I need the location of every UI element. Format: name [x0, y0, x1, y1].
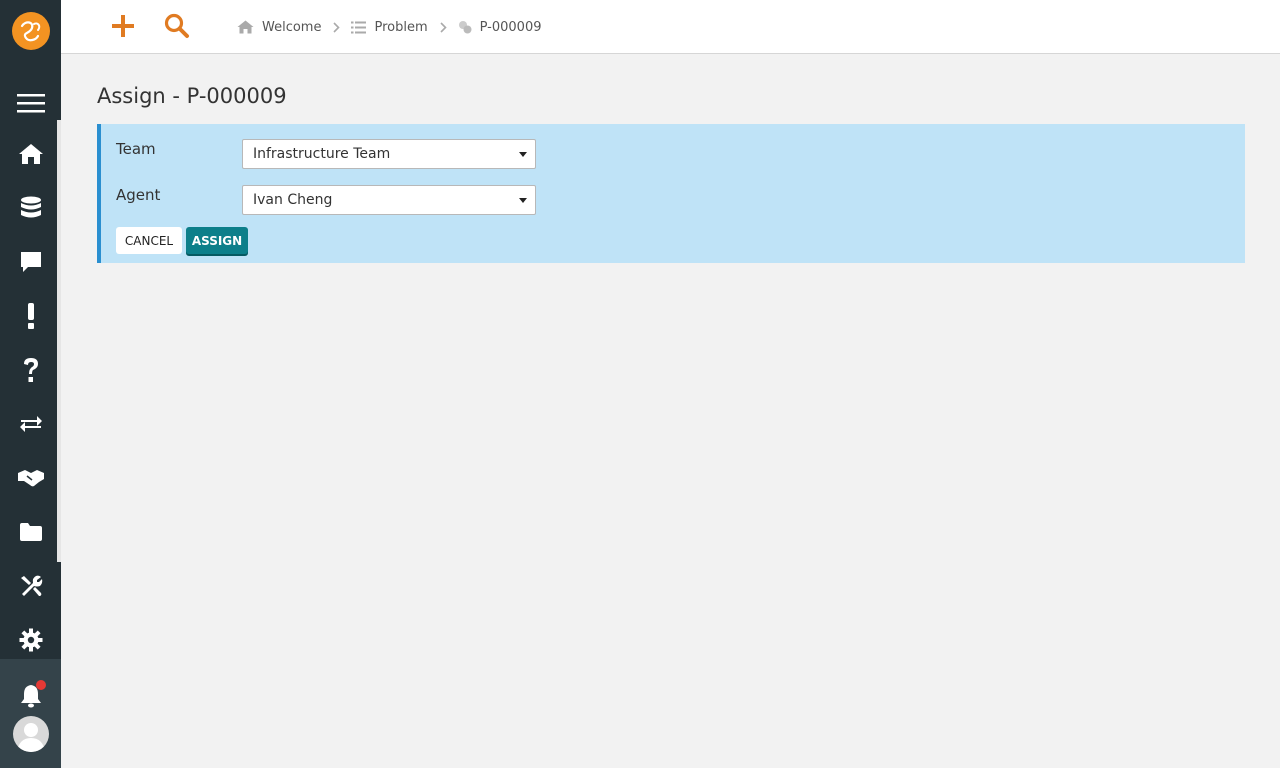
assign-form: Team Infrastructure Team Agent Ivan Chen… — [97, 124, 1245, 263]
agent-select-value: Ivan Cheng — [253, 192, 333, 208]
sidebar-item-documents[interactable] — [0, 512, 61, 552]
sidebar-item-tools[interactable] — [0, 566, 61, 606]
sidebar-item-menu[interactable] — [0, 83, 61, 123]
caret-down-icon — [519, 198, 527, 203]
avatar[interactable] — [13, 716, 49, 752]
user-icon — [17, 723, 45, 752]
breadcrumb-label: Problem — [374, 19, 428, 35]
breadcrumb-welcome[interactable]: Welcome — [237, 20, 321, 35]
notifications-button[interactable] — [0, 676, 61, 716]
plus-icon — [112, 15, 134, 37]
home-icon — [18, 144, 43, 164]
team-select-value: Infrastructure Team — [253, 146, 391, 162]
sidebar-item-changes[interactable] — [0, 404, 61, 444]
top-bar: Welcome Problem P-000009 — [61, 0, 1280, 54]
handshake-icon — [17, 470, 44, 487]
menu-icon — [16, 94, 45, 113]
page-title: Assign - P-000009 — [97, 84, 287, 108]
assign-button[interactable]: ASSIGN — [186, 227, 248, 254]
breadcrumb-label: Welcome — [262, 19, 322, 35]
sidebar-item-database[interactable] — [0, 188, 61, 228]
cancel-button[interactable]: CANCEL — [116, 227, 182, 254]
agent-select[interactable]: Ivan Cheng — [242, 185, 536, 215]
sidebar-item-home[interactable] — [0, 134, 61, 174]
app-logo[interactable] — [12, 12, 50, 50]
question-icon — [23, 358, 38, 382]
team-label: Team — [116, 140, 156, 158]
home-icon — [237, 20, 254, 34]
chat-icon — [20, 252, 41, 272]
breadcrumb: Welcome Problem P-000009 — [237, 0, 542, 54]
team-select[interactable]: Infrastructure Team — [242, 139, 536, 169]
chevron-right-icon — [333, 21, 341, 33]
exchange-icon — [19, 416, 42, 432]
gear-icon — [19, 628, 42, 652]
tools-icon — [20, 575, 42, 596]
notification-badge — [36, 680, 46, 690]
sidebar — [0, 0, 61, 768]
breadcrumb-current: P-000009 — [458, 20, 542, 35]
sidebar-item-contracts[interactable] — [0, 458, 61, 498]
sidebar-item-help[interactable] — [0, 350, 61, 390]
sidebar-item-problems[interactable] — [0, 296, 61, 336]
database-icon — [20, 196, 41, 218]
add-button[interactable] — [109, 12, 137, 40]
problem-icon — [458, 21, 472, 34]
breadcrumb-label: P-000009 — [479, 19, 542, 35]
logo-icon — [20, 21, 41, 42]
search-button[interactable] — [163, 12, 191, 40]
list-icon — [351, 21, 367, 33]
folder-icon — [19, 523, 42, 541]
chevron-right-icon — [440, 21, 447, 33]
exclamation-icon — [27, 303, 34, 329]
breadcrumb-problem[interactable]: Problem — [351, 19, 428, 35]
sidebar-item-settings[interactable] — [0, 620, 61, 660]
search-icon — [164, 13, 189, 38]
agent-label: Agent — [116, 186, 161, 204]
caret-down-icon — [519, 152, 527, 157]
sidebar-item-chat[interactable] — [0, 242, 61, 282]
